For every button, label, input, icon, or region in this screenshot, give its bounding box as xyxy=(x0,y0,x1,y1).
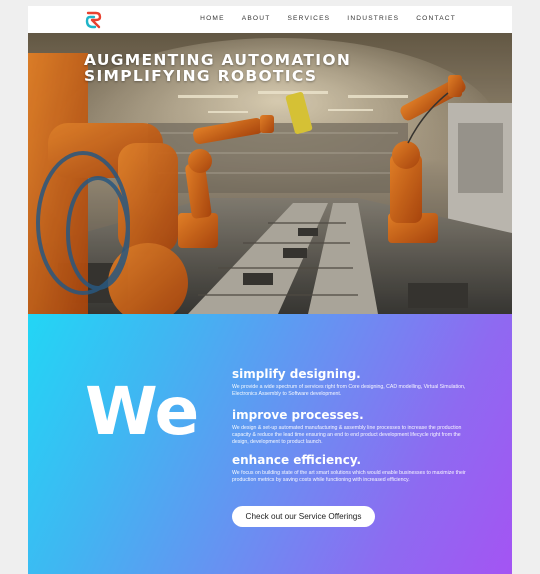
feature-text: We focus on building state of the art sm… xyxy=(232,470,466,483)
feature-heading: simplify designing. xyxy=(232,367,361,381)
feature-heading: improve processes. xyxy=(232,408,364,422)
page: HOME ABOUT SERVICES INDUSTRIES CONTACT A… xyxy=(28,6,512,574)
hero-title-line-1: AUGMENTING AUTOMATION xyxy=(84,51,352,69)
feature-enhance-efficiency: enhance efficiency. We focus on building… xyxy=(232,453,477,484)
nav-contact-link[interactable]: CONTACT xyxy=(416,15,456,22)
service-offerings-button[interactable]: Check out our Service Offerings xyxy=(232,506,375,527)
hero-title: AUGMENTING AUTOMATION SIMPLIFYING ROBOTI… xyxy=(84,52,351,84)
nav-about-link[interactable]: ABOUT xyxy=(242,15,271,22)
main-nav: HOME ABOUT SERVICES INDUSTRIES CONTACT xyxy=(200,15,456,22)
site-header: HOME ABOUT SERVICES INDUSTRIES CONTACT xyxy=(28,6,512,33)
services-intro-section: We simplify designing. We provide a wide… xyxy=(28,314,512,574)
feature-text: We provide a wide spectrum of services r… xyxy=(232,384,466,397)
nav-industries-link[interactable]: INDUSTRIES xyxy=(347,15,399,22)
feature-improve-processes: improve processes. We design & set-up au… xyxy=(232,408,477,446)
feature-simplify-designing: simplify designing. We provide a wide sp… xyxy=(232,367,477,398)
feature-text: We design & set-up automated manufacturi… xyxy=(232,425,462,445)
nav-services-link[interactable]: SERVICES xyxy=(287,15,330,22)
hero-title-line-2: SIMPLIFYING ROBOTICS xyxy=(84,67,318,85)
nav-home-link[interactable]: HOME xyxy=(200,15,225,22)
feature-heading: enhance efficiency. xyxy=(232,453,362,467)
we-heading: We xyxy=(85,373,199,450)
hero-banner: AUGMENTING AUTOMATION SIMPLIFYING ROBOTI… xyxy=(28,33,512,314)
brand-logo-icon[interactable] xyxy=(85,11,103,29)
